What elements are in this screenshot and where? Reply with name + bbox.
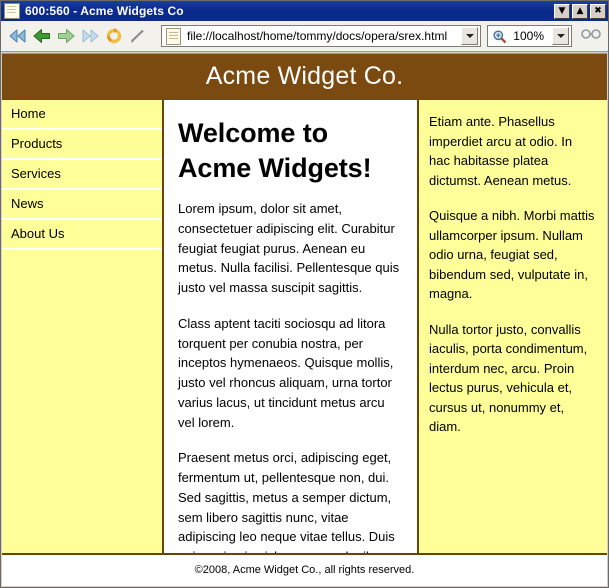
magnifier-icon bbox=[488, 29, 509, 44]
browser-toolbar: file://localhost/home/tommy/docs/opera/s… bbox=[1, 21, 608, 52]
chevron-down-icon bbox=[465, 34, 474, 38]
nav-item-products[interactable]: Products bbox=[2, 130, 162, 160]
nav-item-services[interactable]: Services bbox=[2, 160, 162, 190]
close-button[interactable]: ✖ bbox=[590, 3, 606, 19]
aside-paragraph: Quisque a nibh. Morbi mattis ullamcorper… bbox=[429, 208, 595, 301]
chevron-down-icon bbox=[556, 34, 565, 38]
rewind-button[interactable] bbox=[7, 25, 29, 47]
forward-button[interactable] bbox=[55, 25, 77, 47]
page-viewport: Acme Widget Co. Home Products Services N… bbox=[2, 53, 607, 586]
site-navigation: Home Products Services News About Us bbox=[2, 100, 164, 553]
maximize-button[interactable]: ▲ bbox=[572, 3, 588, 19]
window-title: 600:560 - Acme Widgets Co bbox=[25, 4, 184, 18]
zoom-dropdown-button[interactable] bbox=[552, 27, 569, 45]
chevron-down-icon: ▼ bbox=[558, 5, 566, 16]
address-input[interactable]: file://localhost/home/tommy/docs/opera/s… bbox=[187, 29, 461, 43]
page-heading: Welcome to Acme Widgets! bbox=[178, 118, 372, 183]
back-icon bbox=[33, 29, 50, 43]
aside-paragraph: Nulla tortor justo, convallis iaculis, p… bbox=[429, 321, 588, 435]
back-button[interactable] bbox=[31, 25, 53, 47]
site-footer: ©2008, Acme Widget Co., all rights reser… bbox=[2, 553, 607, 586]
reload-icon bbox=[107, 28, 121, 44]
sidebar-aside: Etiam ante. Phasellus imperdiet arcu at … bbox=[417, 100, 607, 553]
nav-item-home[interactable]: Home bbox=[2, 100, 162, 130]
zoom-level: 100% bbox=[513, 29, 544, 43]
site-header: Acme Widget Co. bbox=[2, 54, 607, 100]
window-document-icon bbox=[4, 3, 20, 19]
aside-paragraph: Etiam ante. Phasellus imperdiet arcu at … bbox=[429, 114, 573, 188]
edit-button[interactable] bbox=[127, 25, 149, 47]
nav-item-about-us[interactable]: About Us bbox=[2, 220, 162, 250]
window-controls: ▼ ▲ ✖ bbox=[554, 3, 606, 19]
browser-window: 600:560 - Acme Widgets Co ▼ ▲ ✖ file://l… bbox=[0, 0, 609, 588]
minimize-button[interactable]: ▼ bbox=[554, 3, 570, 19]
reader-mode-button[interactable] bbox=[580, 26, 602, 47]
window-titlebar: 600:560 - Acme Widgets Co ▼ ▲ ✖ bbox=[1, 1, 608, 21]
chevron-up-icon: ▲ bbox=[576, 5, 584, 16]
reload-button[interactable] bbox=[103, 25, 125, 47]
main-paragraph: Lorem ipsum, dolor sit amet, consectetue… bbox=[178, 201, 400, 296]
forward-icon bbox=[58, 29, 75, 43]
address-dropdown-button[interactable] bbox=[461, 27, 479, 45]
fast-forward-icon bbox=[82, 29, 99, 43]
address-bar[interactable]: file://localhost/home/tommy/docs/opera/s… bbox=[161, 25, 482, 47]
zoom-control[interactable]: 100% bbox=[487, 25, 572, 47]
glasses-icon bbox=[581, 28, 601, 39]
web-page: Acme Widget Co. Home Products Services N… bbox=[2, 54, 607, 586]
close-icon: ✖ bbox=[594, 5, 602, 16]
main-content: Welcome to Acme Widgets! Lorem ipsum, do… bbox=[164, 100, 417, 553]
page-columns: Home Products Services News About Us Wel… bbox=[2, 100, 607, 553]
rewind-icon bbox=[9, 29, 26, 43]
page-icon bbox=[166, 27, 181, 45]
main-paragraph: Class aptent taciti sociosqu ad litora t… bbox=[178, 315, 394, 430]
edit-pencil-icon bbox=[131, 29, 144, 43]
nav-item-news[interactable]: News bbox=[2, 190, 162, 220]
main-paragraph: Praesent metus orci, adipiscing eget, fe… bbox=[178, 450, 395, 553]
fast-forward-button[interactable] bbox=[79, 25, 101, 47]
